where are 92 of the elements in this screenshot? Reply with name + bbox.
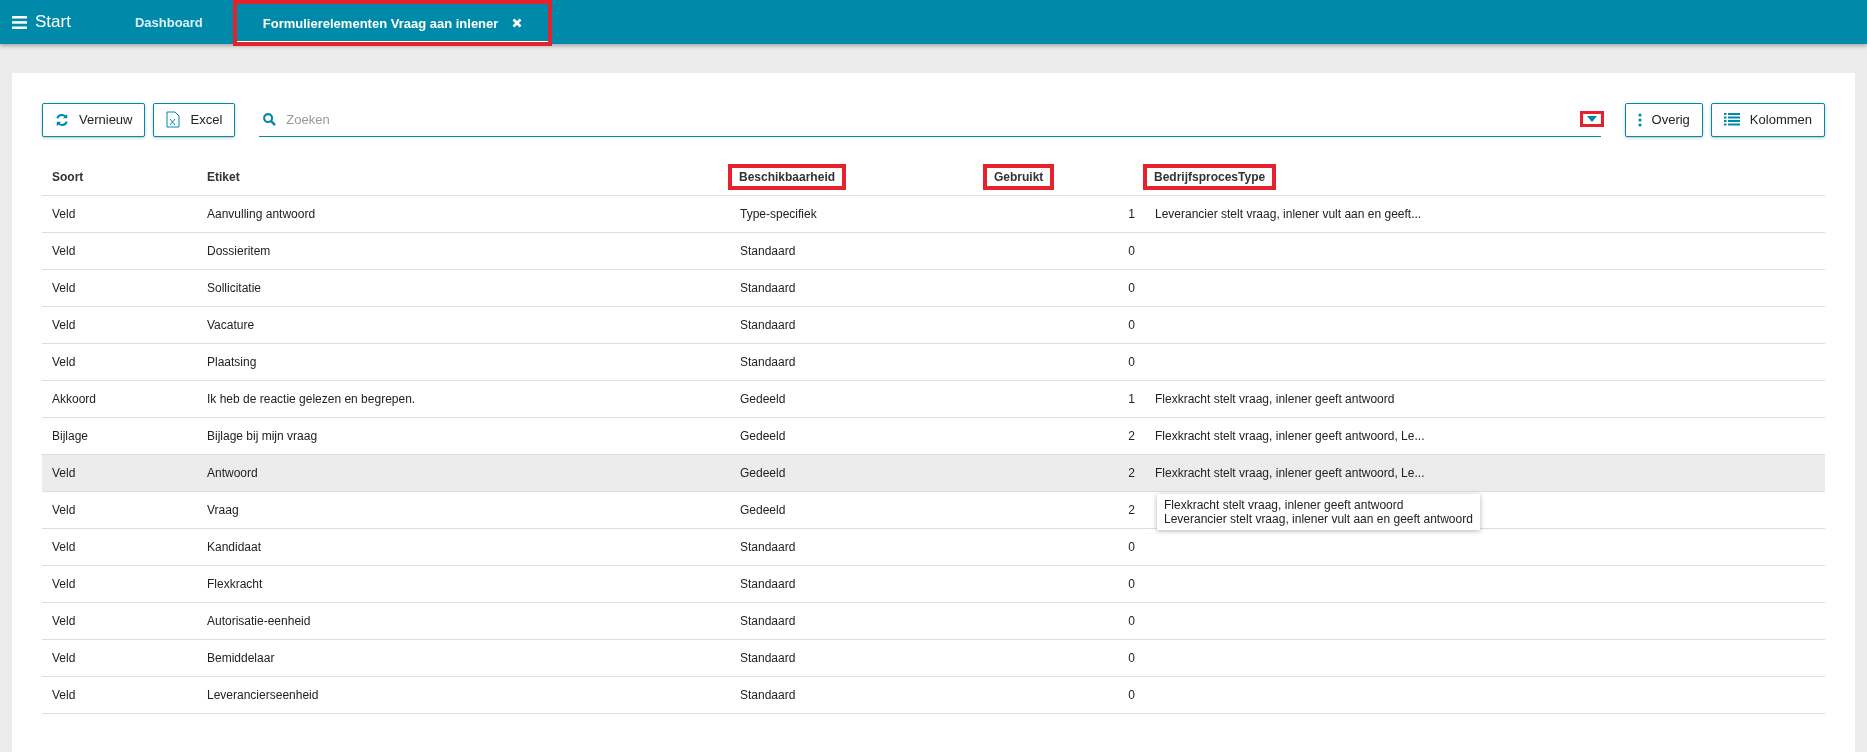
table-cell-text: Veld (51, 466, 77, 480)
spreadsheet-file-icon (166, 111, 181, 128)
table-cell-text: Plaatsing (206, 355, 258, 369)
table-cell-text: Vacature (206, 318, 256, 332)
table-cell-text: Standaard (739, 244, 797, 258)
table-row[interactable]: Veld Leverancierseenheid Standaard 0 (42, 677, 1825, 714)
table-cell-text: Gedeeld (739, 392, 787, 406)
column-header: Soort (52, 170, 84, 184)
table-cell-text: 2 (1127, 503, 1136, 517)
table-row[interactable]: Veld Flexkracht Standaard 0 (42, 566, 1825, 603)
table-cell-text: 0 (1127, 614, 1136, 628)
table-cell-text: Bijlage bij mijn vraag (206, 429, 319, 443)
table-cell-text: Veld (51, 540, 77, 554)
table-cell-text: Veld (51, 503, 77, 517)
table-cell-text: Standaard (739, 540, 797, 554)
table-cell-text: Veld (51, 577, 77, 591)
table-cell-text: Flexkracht (206, 577, 264, 591)
table-cell-text: 2 (1127, 466, 1136, 480)
table-row[interactable]: Veld Autorisatie-eenheid Standaard 0 (42, 603, 1825, 640)
table-cell-text: Antwoord (206, 466, 259, 480)
table-cell-text: Flexkracht stelt vraag, inlener geeft antwoord, Le... (1154, 429, 1426, 443)
table-cell-text: 0 (1127, 540, 1136, 554)
table-cell-text: Vraag (206, 503, 240, 517)
table-cell-text: 2 (1127, 429, 1136, 443)
column-header: BedrijfsprocesType (1145, 166, 1275, 188)
table-cell-text: Veld (51, 281, 77, 295)
column-header: Etiket (207, 170, 240, 184)
table-cell-text: Aanvulling antwoord (206, 207, 317, 221)
tooltip-line: Flexkracht stelt vraag, inlener geeft antwoord (1164, 498, 1405, 512)
table-cell-text: Veld (51, 318, 77, 332)
table-row[interactable]: Veld Vacature Standaard 0 (42, 307, 1825, 344)
table-cell-text: 1 (1127, 207, 1136, 221)
table-row[interactable]: Veld Bemiddelaar Standaard 0 (42, 640, 1825, 677)
table-cell-text: Standaard (739, 281, 797, 295)
table-cell-text: Gedeeld (739, 429, 787, 443)
more-icon (1637, 112, 1642, 127)
tooltip-line: Leverancier stelt vraag, inlener vult aan en geeft antwoord (1164, 512, 1473, 526)
table-cell-text: Ik heb de reactie gelezen en begrepen. (206, 392, 417, 406)
table-row[interactable]: Veld Sollicitatie Standaard 0 (42, 270, 1825, 307)
menu-icon (12, 15, 27, 29)
table-cell-text: 0 (1127, 318, 1136, 332)
table-cell-text: Autorisatie-eenheid (206, 614, 312, 628)
tab[interactable]: Formulierelementen Vraag aan inlener (234, 2, 551, 44)
table-cell-text: 0 (1127, 651, 1136, 665)
columns-button[interactable]: Kolommen (1710, 102, 1825, 137)
table-row[interactable]: Veld Dossieritem Standaard 0 (42, 233, 1825, 270)
menu-button[interactable]: Start (0, 0, 83, 44)
table-cell-text: Leverancier stelt vraag, inlener vult aan en geeft... (1154, 207, 1423, 221)
more-button[interactable]: Overig (1624, 102, 1703, 137)
table-cell-text: Standaard (739, 577, 797, 591)
table-cell-text: Akkoord (51, 392, 98, 406)
table-cell-text: Standaard (739, 318, 797, 332)
table-cell-text: Gedeeld (739, 466, 787, 480)
table-cell-text: Veld (51, 614, 77, 628)
table-cell-text: 0 (1127, 281, 1136, 295)
table-cell-text: Gedeeld (739, 503, 787, 517)
table-cell-text: Sollicitatie (206, 281, 263, 295)
table-cell-text: Standaard (739, 614, 797, 628)
table-cell-text: Standaard (739, 355, 797, 369)
table-row[interactable]: Veld Kandidaat Standaard 0 (42, 529, 1825, 566)
dropdown-button[interactable] (1582, 114, 1601, 124)
table-cell-text: Leverancierseenheid (206, 688, 320, 702)
excel-button[interactable]: Excel (153, 102, 236, 137)
table-cell-text: Veld (51, 207, 77, 221)
table-cell-text: Flexkracht stelt vraag, inlener geeft antwoord (1154, 392, 1396, 406)
table-cell-text: 0 (1127, 688, 1136, 702)
caret-icon (1586, 116, 1597, 122)
table-cell-text: 1 (1127, 392, 1136, 406)
table-cell-text: 0 (1127, 577, 1136, 591)
refresh-icon (55, 112, 69, 127)
table-cell-text: Veld (51, 688, 77, 702)
table-cell-text: Veld (51, 355, 77, 369)
column-header: Beschikbaarheid (730, 166, 845, 188)
table-row[interactable]: Veld Aanvulling antwoord Type-specifiek 1 Leverancier stelt vraag, inlener vult aan en geeft... (42, 196, 1825, 233)
refresh-button[interactable]: Vernieuw (42, 102, 146, 137)
table-cell-text: Kandidaat (206, 540, 263, 554)
table-cell-text: Bijlage (51, 429, 90, 443)
close-icon[interactable] (512, 18, 523, 28)
column-header: Gebruikt (985, 166, 1053, 188)
table-cell-text: Dossieritem (206, 244, 272, 258)
table-row[interactable]: Veld Plaatsing Standaard 0 (42, 344, 1825, 381)
table-cell-text: 0 (1127, 244, 1136, 258)
table-cell-text: Standaard (739, 688, 797, 702)
table-cell-text: Veld (51, 244, 77, 258)
table-cell-text: Veld (51, 651, 77, 665)
table-cell-text: Standaard (739, 651, 797, 665)
table-row[interactable]: Akkoord Ik heb de reactie gelezen en begrepen. Gedeeld 1 Flexkracht stelt vraag, inlener geeft antwoord (42, 381, 1825, 418)
list-icon (1723, 113, 1740, 126)
table-cell-text: Bemiddelaar (206, 651, 276, 665)
search-icon (263, 112, 277, 126)
table-cell-text: Type-specifiek (739, 207, 818, 221)
table-cell-text: 0 (1127, 355, 1136, 369)
